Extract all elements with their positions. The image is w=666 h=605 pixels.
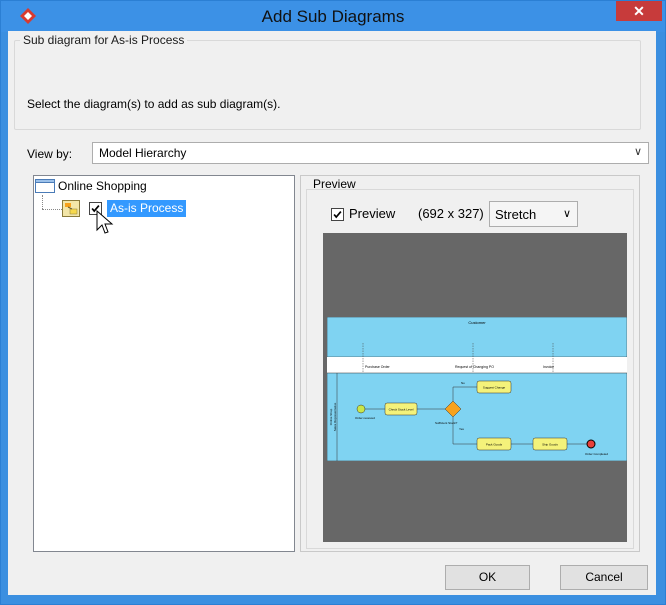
preview-mode-value: Stretch [495,207,537,222]
close-button[interactable]: ✕ [616,1,662,21]
message-label: Purchase Order [365,365,391,369]
tree-item-as-is-process[interactable]: As-is Process [107,200,187,217]
chevron-down-icon: ∨ [633,146,642,158]
preview-size: (692 x 327) [418,206,484,221]
chevron-down-icon: ∨ [562,208,571,220]
pool-label: Customer [468,320,486,325]
svg-text:Check Stock Level: Check Stock Level [389,408,414,412]
view-by-value: Model Hierarchy [99,146,187,160]
diagram-tree[interactable] [33,175,295,552]
end-event [586,439,596,449]
instruction-text: Select the diagram(s) to add as sub diag… [27,97,281,111]
message-label: Invoice [543,365,554,369]
cancel-button[interactable]: Cancel [560,565,648,590]
preview-checkbox-label[interactable]: Preview [349,206,395,221]
mouse-cursor-icon [96,210,114,234]
preview-mode-select[interactable]: Stretch ∨ [489,201,578,227]
lane-label: Sales Representative [333,402,337,431]
diagram-thumbnail: Customer Purchase Order Request of Chang… [327,317,627,461]
group-legend: Sub diagram for As-is Process [20,33,188,47]
tree-connector [42,195,43,209]
ok-button[interactable]: OK [445,565,530,590]
svg-text:Suggest Change: Suggest Change [483,386,506,390]
message-label: Request of Changing PO [455,365,494,369]
preview-legend: Preview [313,177,356,191]
view-by-label: View by: [27,147,73,161]
svg-text:Sufficient Stock?: Sufficient Stock? [435,421,458,425]
svg-text:Ship Goods: Ship Goods [542,443,558,447]
tree-item-online-shopping[interactable]: Online Shopping [58,179,147,193]
sub-diagram-group [14,40,641,130]
end-label: Order Completed [585,452,608,456]
dialog-title: Add Sub Diagrams [261,7,405,26]
model-icon [35,179,55,193]
view-by-select[interactable]: Model Hierarchy ∨ [92,142,649,164]
title-bar[interactable]: Add Sub Diagrams ✕ [1,1,665,32]
svg-text:Yes: Yes [459,427,464,431]
preview-checkbox[interactable] [331,208,344,221]
svg-text:Pack Goods: Pack Goods [486,443,503,447]
business-process-diagram-icon [62,200,80,217]
svg-text:No: No [461,381,465,385]
tree-connector [42,209,62,210]
start-event [356,404,366,414]
start-label: Order received [355,416,375,420]
